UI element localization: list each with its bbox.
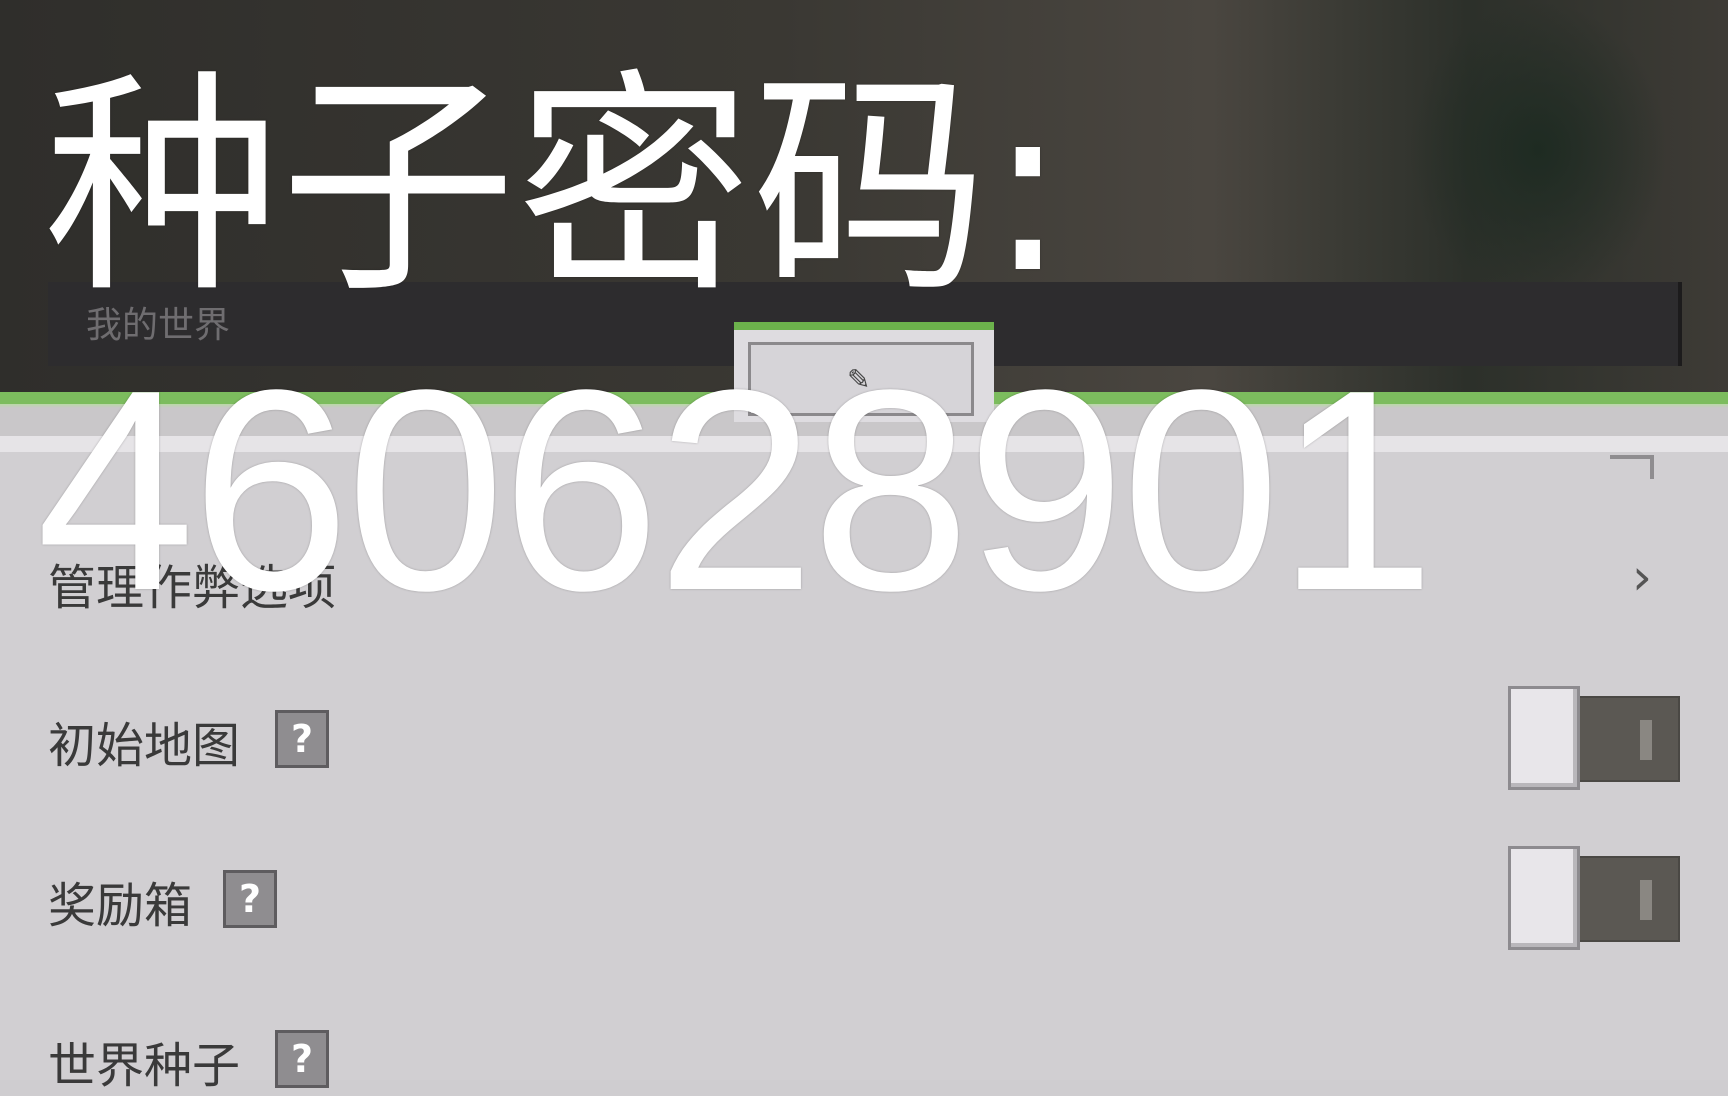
- overlay-title: 种子密码:: [44, 50, 1068, 325]
- scroll-indicator: [1610, 455, 1654, 479]
- toggle-knob: [1508, 846, 1580, 950]
- starting-map-label: 初始地图: [48, 718, 241, 774]
- chevron-right-icon[interactable]: ›: [1632, 548, 1652, 606]
- bonus-chest-help-icon[interactable]: ?: [223, 870, 277, 928]
- starting-map-help-icon[interactable]: ?: [275, 710, 329, 768]
- bonus-chest-label: 奖励箱: [48, 878, 193, 934]
- toggle-knob: [1508, 686, 1580, 790]
- bonus-chest-toggle[interactable]: [1508, 846, 1680, 950]
- starting-map-toggle[interactable]: [1508, 686, 1680, 790]
- toggle-off-indicator: [1640, 880, 1652, 920]
- overlay-seed-number: 460628901: [36, 330, 1436, 650]
- toggle-off-indicator: [1640, 720, 1652, 760]
- world-seed-help-icon[interactable]: ?: [275, 1030, 329, 1088]
- world-seed-label: 世界种子: [48, 1038, 241, 1094]
